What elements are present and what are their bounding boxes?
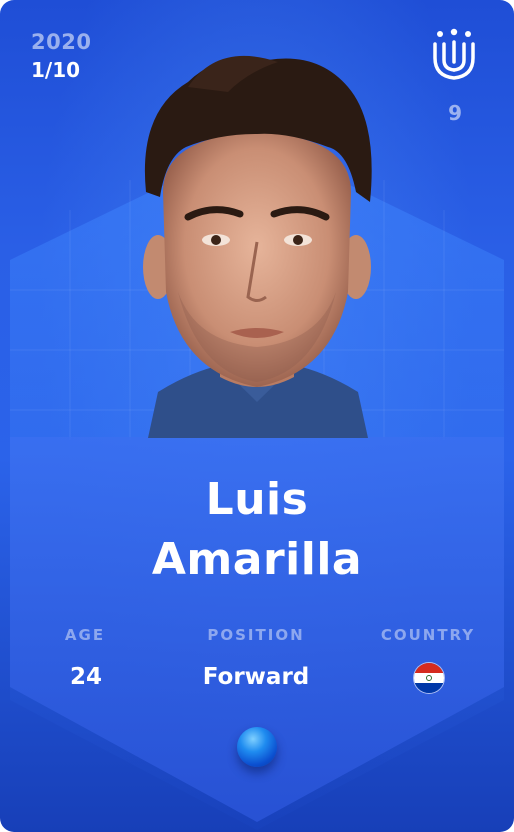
season-year: 2020 — [31, 30, 92, 54]
player-first-name: Luis — [205, 474, 309, 525]
shirt-number: 9 — [448, 101, 462, 125]
paraguay-flag-icon — [414, 663, 444, 693]
serial-number: 1/10 — [31, 58, 81, 82]
flag-emblem — [426, 675, 432, 681]
age-value: 24 — [69, 664, 102, 690]
sorare-logo-icon — [433, 28, 475, 80]
gem-icon — [237, 727, 277, 767]
player-card[interactable]: 2020 1/10 9 Luis Amarilla AGE POSITION C… — [0, 0, 514, 832]
age-label: AGE — [64, 626, 106, 644]
player-portrait — [143, 55, 372, 438]
position-label: POSITION — [207, 626, 305, 644]
player-last-name: Amarilla — [151, 534, 363, 585]
country-label: COUNTRY — [380, 626, 476, 644]
card-edition: 2020 1/10 — [31, 30, 91, 82]
position-value: Forward — [202, 664, 310, 690]
